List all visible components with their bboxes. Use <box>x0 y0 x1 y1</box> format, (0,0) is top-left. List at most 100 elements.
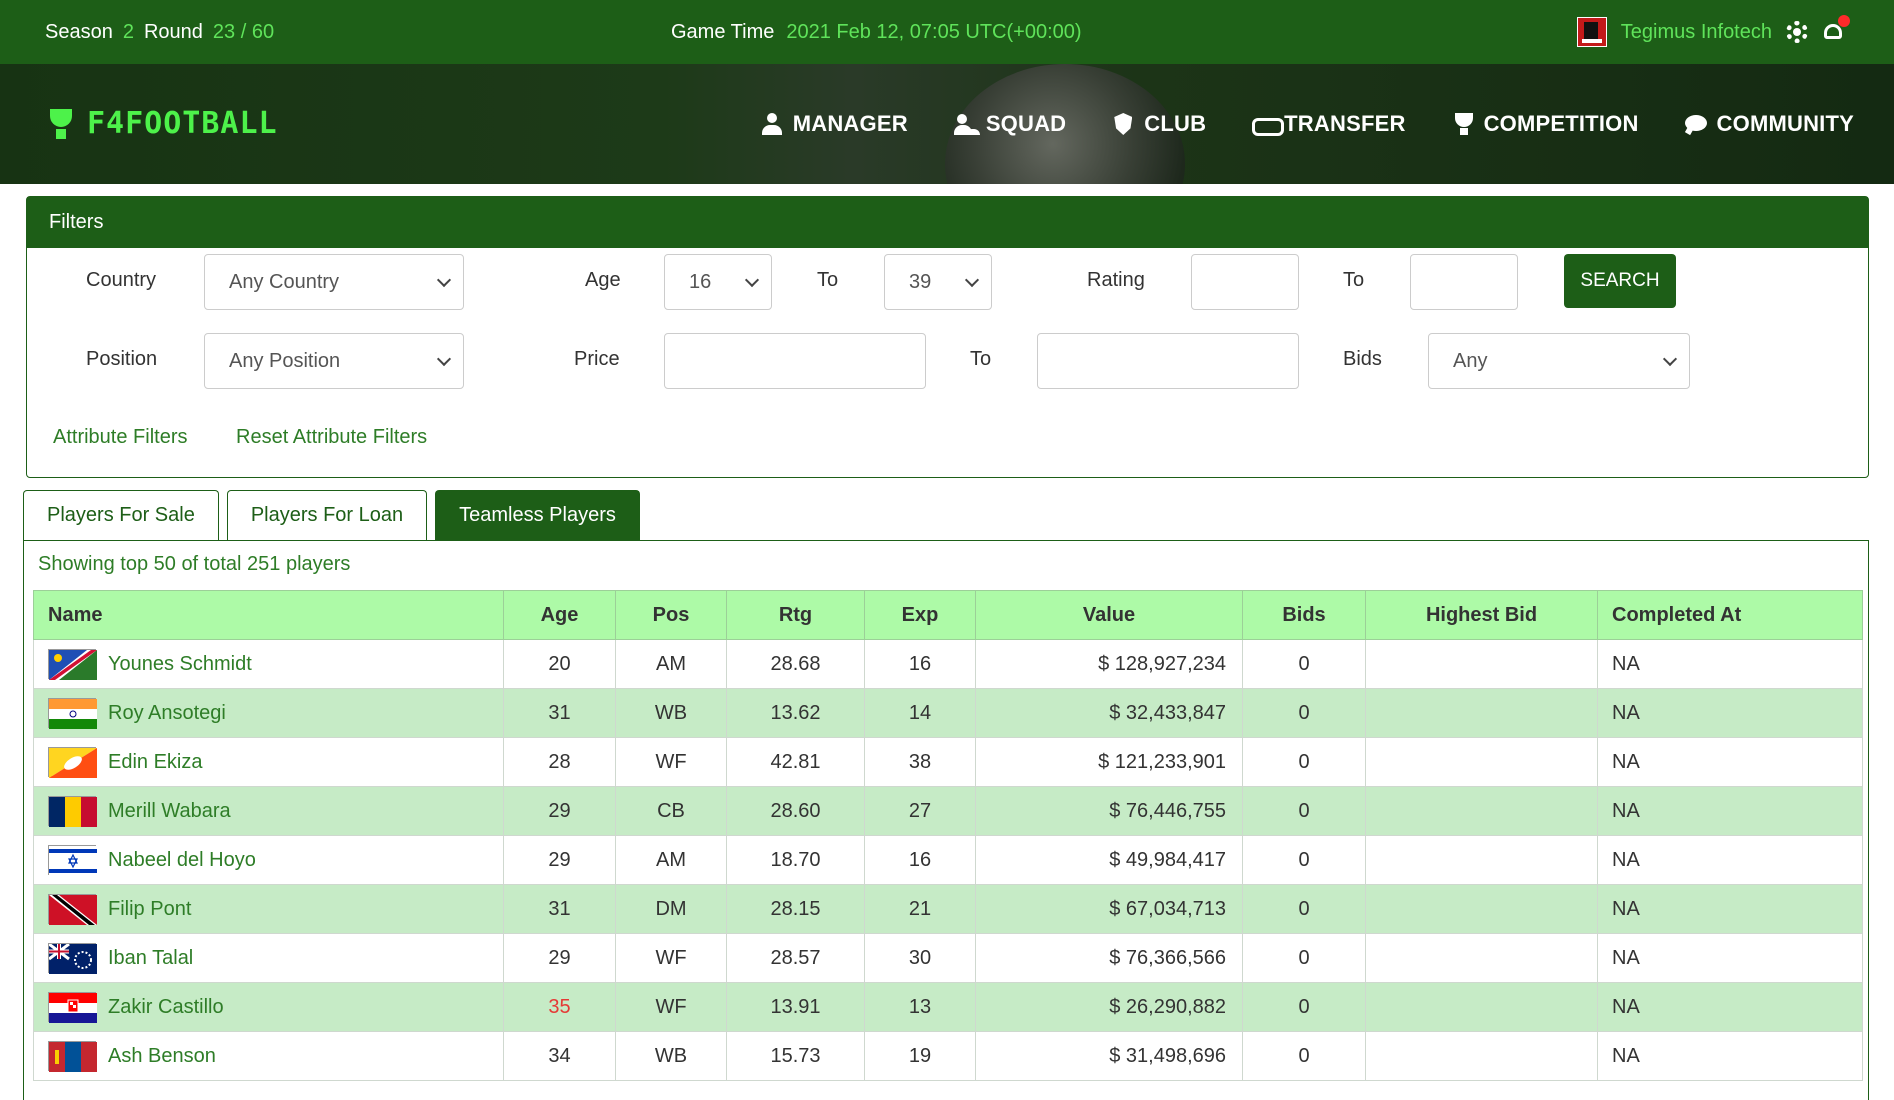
search-button[interactable]: SEARCH <box>1564 254 1676 308</box>
position-select-value: Any Position <box>229 349 341 372</box>
player-name-link[interactable]: Edin Ekiza <box>108 751 203 774</box>
player-name-cell: Ash Benson <box>33 1031 504 1081</box>
table-row[interactable]: Merill Wabara 29 CB 28.60 27 $ 76,446,755 0 NA <box>33 786 1863 836</box>
col-name[interactable]: Name <box>33 590 504 640</box>
col-completed-at[interactable]: Completed At <box>1597 590 1863 640</box>
rating-to-input[interactable] <box>1410 254 1518 310</box>
competition-icon <box>1452 113 1474 135</box>
reset-attribute-filters-link[interactable]: Reset Attribute Filters <box>236 426 427 449</box>
top-status-bar: Season 2 Round 23 / 60 Game Time 2021 Fe… <box>0 0 1894 64</box>
table-row[interactable]: Younes Schmidt 20 AM 28.68 16 $ 128,927,234 0 N… <box>33 639 1863 689</box>
player-completed-at: NA <box>1597 737 1863 787</box>
player-name-cell: Nabeel del Hoyo <box>33 835 504 885</box>
col-rtg[interactable]: Rtg <box>726 590 865 640</box>
player-value: $ 31,498,696 <box>975 1031 1243 1081</box>
nav-club-label: CLUB <box>1144 111 1207 136</box>
player-completed-at: NA <box>1597 835 1863 885</box>
tab-players-for-sale[interactable]: Players For Sale <box>23 490 219 540</box>
player-rating: 13.62 <box>726 688 865 738</box>
nav-club[interactable]: CLUB <box>1112 111 1206 137</box>
col-age[interactable]: Age <box>503 590 616 640</box>
tab-players-for-loan[interactable]: Players For Loan <box>226 490 428 540</box>
player-completed-at: NA <box>1597 884 1863 934</box>
col-value[interactable]: Value <box>975 590 1243 640</box>
brand-logo[interactable]: F4FOOTBALL <box>45 106 278 141</box>
country-select[interactable]: Any Country <box>204 254 464 310</box>
player-name-link[interactable]: Filip Pont <box>108 898 191 921</box>
col-exp[interactable]: Exp <box>864 590 976 640</box>
player-name-link[interactable]: Ash Benson <box>108 1045 216 1068</box>
nav-community-label: COMMUNITY <box>1716 111 1854 136</box>
player-name-link[interactable]: Iban Talal <box>108 947 193 970</box>
player-highest-bid <box>1365 786 1598 836</box>
player-name-cell: Edin Ekiza <box>33 737 504 787</box>
table-row[interactable]: Roy Ansotegi 31 WB 13.62 14 $ 32,433,847 0 NA <box>33 688 1863 738</box>
season-round-info: Season 2 Round 23 / 60 <box>45 21 274 44</box>
nav-community[interactable]: COMMUNITY <box>1684 111 1854 137</box>
player-completed-at: NA <box>1597 786 1863 836</box>
nav-transfer[interactable]: TRANSFER <box>1252 111 1405 137</box>
tab-teamless-players[interactable]: Teamless Players <box>435 490 640 540</box>
season-value: 2 <box>122 20 134 43</box>
showing-count-text: Showing top 50 of total 251 players <box>38 553 351 575</box>
player-name-link[interactable]: Nabeel del Hoyo <box>108 849 256 872</box>
price-to-input[interactable] <box>1037 333 1299 389</box>
player-highest-bid <box>1365 982 1598 1032</box>
country-select-value: Any Country <box>229 270 340 293</box>
nav-squad[interactable]: SQUAD <box>953 111 1066 137</box>
gear-icon[interactable] <box>1786 21 1808 43</box>
player-rating: 28.68 <box>726 639 865 689</box>
player-experience: 16 <box>864 639 976 689</box>
table-row[interactable]: Filip Pont 31 DM 28.15 21 $ 67,034,713 0 NA <box>33 884 1863 934</box>
col-highest-bid[interactable]: Highest Bid <box>1365 590 1598 640</box>
player-age: 35 <box>503 982 616 1032</box>
player-highest-bid <box>1365 835 1598 885</box>
bids-label: Bids <box>1343 348 1382 370</box>
price-label: Price <box>574 348 620 370</box>
croatia-flag <box>48 992 97 1023</box>
player-completed-at: NA <box>1597 933 1863 983</box>
player-name-link[interactable]: Younes Schmidt <box>108 653 252 676</box>
nav-competition[interactable]: COMPETITION <box>1452 111 1639 137</box>
user-area: Tegimus Infotech <box>1576 15 1850 47</box>
bids-select[interactable]: Any <box>1428 333 1690 389</box>
player-age: 29 <box>503 786 616 836</box>
age-to-select[interactable]: 39 <box>884 254 992 310</box>
table-row[interactable]: Ash Benson 34 WB 15.73 19 $ 31,498,696 0 NA <box>33 1031 1863 1081</box>
squad-icon <box>953 113 976 135</box>
table-row[interactable]: Nabeel del Hoyo 29 AM 18.70 16 $ 49,984,417 0 N… <box>33 835 1863 885</box>
chad-flag <box>48 796 97 827</box>
game-time-label: Game Time <box>671 20 775 43</box>
table-row[interactable]: Iban Talal 29 WF 28.57 30 $ 76,366,566 0 NA <box>33 933 1863 983</box>
player-position: WB <box>615 688 727 738</box>
col-pos[interactable]: Pos <box>615 590 727 640</box>
player-rating: 28.60 <box>726 786 865 836</box>
player-age: 31 <box>503 688 616 738</box>
user-name[interactable]: Tegimus Infotech <box>1621 21 1772 44</box>
nav-competition-label: COMPETITION <box>1483 111 1639 136</box>
player-value: $ 67,034,713 <box>975 884 1243 934</box>
player-name-link[interactable]: Zakir Castillo <box>108 996 224 1019</box>
attribute-filters-link[interactable]: Attribute Filters <box>53 426 187 449</box>
position-select[interactable]: Any Position <box>204 333 464 389</box>
age-from-select[interactable]: 16 <box>664 254 772 310</box>
player-highest-bid <box>1365 1031 1598 1081</box>
user-avatar[interactable] <box>1576 17 1607 47</box>
rating-from-input[interactable] <box>1191 254 1299 310</box>
chevron-down-icon <box>744 272 760 288</box>
player-name-link[interactable]: Roy Ansotegi <box>108 702 226 725</box>
bell-icon[interactable] <box>1822 15 1850 43</box>
table-row[interactable]: Edin Ekiza 28 WF 42.81 38 $ 121,233,901 0 NA <box>33 737 1863 787</box>
price-from-input[interactable] <box>664 333 926 389</box>
player-rating: 42.81 <box>726 737 865 787</box>
player-value: $ 76,446,755 <box>975 786 1243 836</box>
chevron-down-icon <box>964 272 980 288</box>
col-bids[interactable]: Bids <box>1242 590 1366 640</box>
nav-manager[interactable]: MANAGER <box>761 111 908 137</box>
player-age: 28 <box>503 737 616 787</box>
players-content: Showing top 50 of total 251 players Name… <box>23 540 1869 1100</box>
player-experience: 19 <box>864 1031 976 1081</box>
player-name-link[interactable]: Merill Wabara <box>108 800 231 823</box>
player-highest-bid <box>1365 639 1598 689</box>
table-row[interactable]: Zakir Castillo 35 WF 13.91 13 $ 26,290,882 0 NA <box>33 982 1863 1032</box>
